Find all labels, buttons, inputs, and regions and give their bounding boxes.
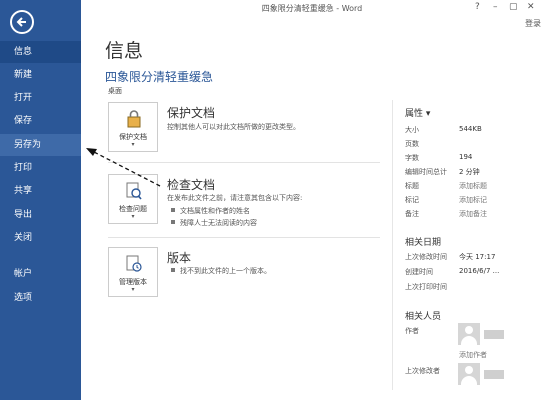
date-label: 上次修改时间 [405,253,447,261]
property-value: 194 [459,153,473,161]
date-label: 创建时间 [405,268,433,276]
property-label: 标题 [405,182,419,190]
date-label: 上次打印时间 [405,283,447,291]
author-name-redacted [484,330,504,339]
related-people-heading: 相关人员 [405,312,442,322]
date-value: 2016/6/7 ... [459,267,500,275]
date-value: 今天 17:17 [459,253,496,261]
last-modified-by-label: 上次修改者 [405,367,440,375]
author-label: 作者 [405,327,419,335]
add-tag-field[interactable]: 添加标记 [459,195,487,205]
avatar [458,323,480,345]
property-label: 标记 [405,196,419,204]
related-dates-heading: 相关日期 [405,238,442,248]
modifier-name-redacted [484,370,504,379]
add-author-link[interactable]: 添加作者 [459,350,487,360]
property-value: 2 分钟 [459,168,480,176]
property-value: 544KB [459,125,482,133]
add-comment-field[interactable]: 添加备注 [459,209,487,219]
property-label: 备注 [405,210,419,218]
property-label: 字数 [405,154,419,162]
add-title-field[interactable]: 添加标题 [459,181,487,191]
property-label: 大小 [405,126,419,134]
property-label: 编辑时间总计 [405,168,447,176]
column-divider [392,100,393,390]
avatar [458,363,480,385]
property-label: 页数 [405,140,419,148]
properties-heading[interactable]: 属性 ▾ [405,106,430,119]
